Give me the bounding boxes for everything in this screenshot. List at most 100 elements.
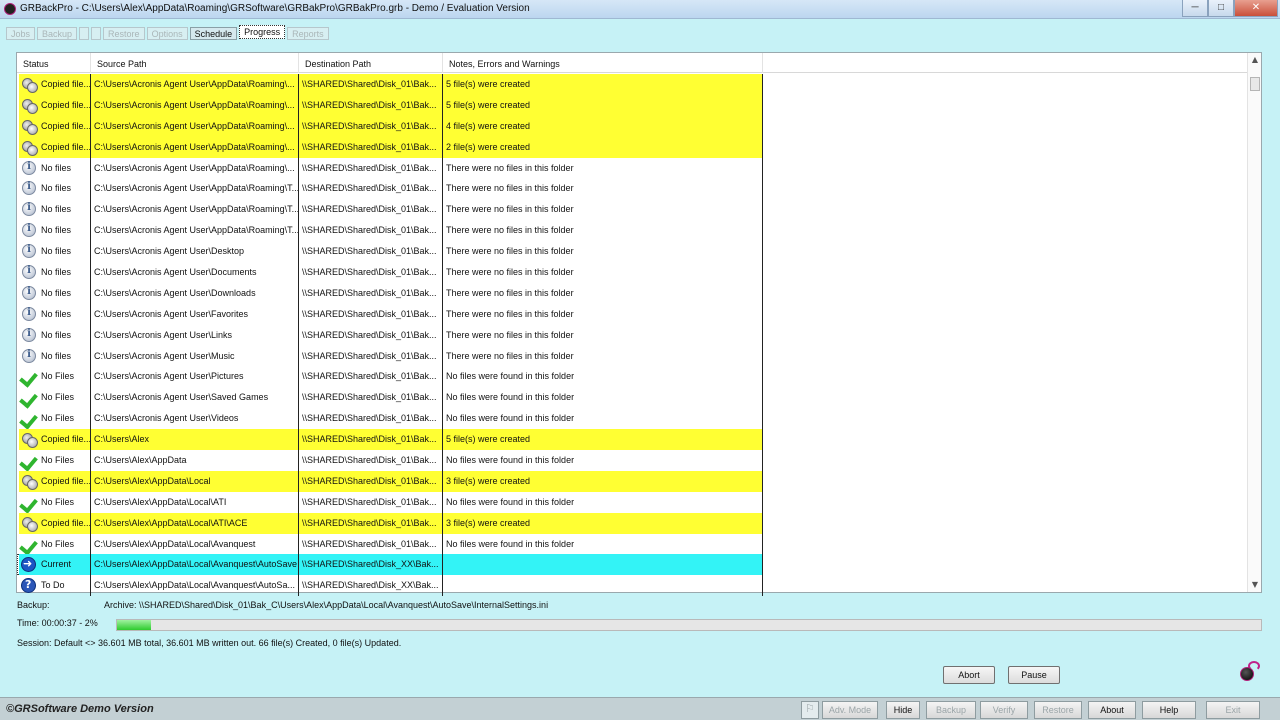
table-row[interactable]: No files C:\Users\Acronis Agent User\Docu… xyxy=(17,262,1247,283)
tab-progress[interactable]: Progress xyxy=(239,25,286,39)
footer-backup-button[interactable]: Backup xyxy=(926,701,976,719)
table-row[interactable]: To Do C:\Users\Alex\AppData\Local\Avanque… xyxy=(17,575,1247,597)
notes-cell: There were no files in this folder xyxy=(443,324,763,346)
copied-files-icon xyxy=(21,140,38,156)
status-cell-text: No Files xyxy=(41,538,75,549)
table-row[interactable]: No Files C:\Users\Alex\AppData\Local\Avan… xyxy=(17,533,1247,555)
source-path-cell-text: C:\Users\Alex\AppData\Local\Avanquest\Au… xyxy=(94,580,295,591)
source-path-cell: C:\Users\Acronis Agent User\Documents xyxy=(91,262,299,283)
copied-files-icon xyxy=(21,77,38,93)
table-row[interactable]: Copied file... C:\Users\Acronis Agent Use… xyxy=(17,136,1247,158)
status-cell-text: Current xyxy=(41,559,72,570)
footer-exit-button[interactable]: Exit xyxy=(1206,701,1260,719)
grsoftware-logo-icon xyxy=(1240,661,1262,683)
table-row[interactable]: Copied file... C:\Users\Alex\AppData\Loca… xyxy=(17,470,1247,492)
progress-bar xyxy=(116,619,1262,631)
tab-reports: Reports xyxy=(287,27,329,40)
copied-files-icon xyxy=(21,432,38,449)
scroll-down-icon[interactable]: ▼ xyxy=(1250,580,1260,590)
tab-schedule[interactable]: Schedule xyxy=(189,27,238,40)
notes-cell-text: There were no files in this folder xyxy=(446,350,574,361)
column-header-destination[interactable]: Destination Path xyxy=(299,53,443,73)
footer-restore-button[interactable]: Restore xyxy=(1034,701,1082,719)
status-cell-text: No files xyxy=(41,225,72,236)
source-path-cell: C:\Users\Alex\AppData\Local\ATI xyxy=(91,491,299,513)
notes-cell-text: There were no files in this folder xyxy=(446,246,574,257)
footer-hide-button[interactable]: Hide xyxy=(886,701,920,719)
no-files-info-icon xyxy=(22,265,36,280)
source-path-cell: C:\Users\Acronis Agent User\AppData\Roam… xyxy=(91,94,299,116)
table-row[interactable]: Copied file... C:\Users\Acronis Agent Use… xyxy=(17,74,1247,95)
destination-path-cell-text: \\SHARED\Shared\Disk_01\Bak... xyxy=(302,350,437,361)
table-row[interactable]: No files C:\Users\Acronis Agent User\Musi… xyxy=(17,345,1247,367)
table-row[interactable]: No files C:\Users\Acronis Agent User\Favo… xyxy=(17,303,1247,325)
notes-cell-text: No files were found in this folder xyxy=(446,455,575,466)
table-row[interactable]: No files C:\Users\Acronis Agent User\AppD… xyxy=(17,157,1247,179)
source-path-cell: C:\Users\Alex xyxy=(91,429,299,451)
abort-button[interactable]: Abort xyxy=(943,666,995,684)
maximize-button[interactable]: □ xyxy=(1208,0,1234,17)
destination-path-cell-text: \\SHARED\Shared\Disk_01\Bak... xyxy=(302,517,437,528)
checkmark-icon xyxy=(21,390,37,405)
table-row[interactable]: No files C:\Users\Acronis Agent User\Down… xyxy=(17,282,1247,304)
source-path-cell: C:\Users\Acronis Agent User\AppData\Roam… xyxy=(91,199,299,221)
status-cell-text: No files xyxy=(41,329,72,340)
notes-cell-text: There were no files in this folder xyxy=(446,308,574,319)
table-row[interactable]: Copied file... C:\Users\Acronis Agent Use… xyxy=(17,115,1247,137)
pause-button[interactable]: Pause xyxy=(1008,666,1060,684)
column-header-source[interactable]: Source Path xyxy=(91,53,299,73)
notes-cell-text: There were no files in this folder xyxy=(446,204,574,215)
status-cell-text: No files xyxy=(41,350,72,361)
notes-cell: There were no files in this folder xyxy=(443,178,763,200)
footer-verify-button[interactable]: Verify xyxy=(980,701,1028,719)
notes-cell: 5 file(s) were created xyxy=(443,429,763,451)
source-path-cell: C:\Users\Acronis Agent User\Links xyxy=(91,324,299,346)
source-path-cell-text: C:\Users\Acronis Agent User\Links xyxy=(94,329,233,340)
destination-path-cell: \\SHARED\Shared\Disk_01\Bak... xyxy=(299,450,443,471)
destination-path-cell-text: \\SHARED\Shared\Disk_01\Bak... xyxy=(302,455,437,466)
table-row[interactable]: Copied file... C:\Users\Alex\AppData\Loca… xyxy=(17,512,1247,534)
notes-cell: No files were found in this folder xyxy=(443,491,763,513)
table-row[interactable]: Copied file... C:\Users\Alex \\SHARED\Shar… xyxy=(17,429,1247,451)
source-path-cell: C:\Users\Acronis Agent User\Favorites xyxy=(91,303,299,325)
copied-files-icon xyxy=(21,98,38,114)
column-header-notes[interactable]: Notes, Errors and Warnings xyxy=(443,53,763,73)
close-button[interactable]: ✕ xyxy=(1234,0,1278,17)
footer-help-button[interactable]: Help xyxy=(1142,701,1196,719)
notes-cell: No files were found in this folder xyxy=(443,387,763,409)
flag-icon[interactable] xyxy=(801,701,819,719)
checkmark-icon xyxy=(21,411,37,426)
scroll-thumb[interactable] xyxy=(1250,77,1260,91)
column-header-status[interactable]: Status xyxy=(17,53,91,73)
table-row[interactable]: Current C:\Users\Alex\AppData\Local\Avanq… xyxy=(17,554,763,576)
vertical-scrollbar[interactable]: ▲ ▼ xyxy=(1247,53,1261,592)
table-row[interactable]: No files C:\Users\Acronis Agent User\AppD… xyxy=(17,220,1247,242)
table-row[interactable]: No files C:\Users\Acronis Agent User\Link… xyxy=(17,324,1247,346)
table-row[interactable]: Copied file... C:\Users\Acronis Agent Use… xyxy=(17,94,1247,116)
table-row[interactable]: No Files C:\Users\Alex\AppData \\SHARED\Sh… xyxy=(17,450,1247,471)
footer-about-button[interactable]: About xyxy=(1088,701,1136,719)
source-path-cell: C:\Users\Alex\AppData\Local\Avanquest\Au… xyxy=(91,554,299,576)
destination-path-cell-text: \\SHARED\Shared\Disk_01\Bak... xyxy=(302,204,437,215)
app-logo-icon xyxy=(4,3,16,15)
source-path-cell: C:\Users\Acronis Agent User\AppData\Roam… xyxy=(91,178,299,200)
destination-path-cell-text: \\SHARED\Shared\Disk_01\Bak... xyxy=(302,308,437,319)
table-row[interactable]: No Files C:\Users\Acronis Agent User\Save… xyxy=(17,387,1247,409)
table-row[interactable]: No Files C:\Users\Acronis Agent User\Vide… xyxy=(17,408,1247,430)
table-row[interactable]: No Files C:\Users\Acronis Agent User\Pict… xyxy=(17,366,1247,388)
table-row[interactable]: No files C:\Users\Acronis Agent User\AppD… xyxy=(17,178,1247,200)
destination-path-cell-text: \\SHARED\Shared\Disk_01\Bak... xyxy=(302,392,437,403)
footer-adv-mode-button[interactable]: Adv. Mode xyxy=(822,701,878,719)
table-row[interactable]: No Files C:\Users\Alex\AppData\Local\ATI \… xyxy=(17,491,1247,513)
table-row[interactable]: No files C:\Users\Acronis Agent User\AppD… xyxy=(17,199,1247,221)
destination-path-cell: \\SHARED\Shared\Disk_01\Bak... xyxy=(299,303,443,325)
source-path-cell: C:\Users\Acronis Agent User\Saved Games xyxy=(91,387,299,409)
destination-path-cell: \\SHARED\Shared\Disk_01\Bak... xyxy=(299,282,443,304)
table-row[interactable]: No files C:\Users\Acronis Agent User\Desk… xyxy=(17,241,1247,263)
scroll-up-icon[interactable]: ▲ xyxy=(1250,55,1260,65)
destination-path-cell: \\SHARED\Shared\Disk_01\Bak... xyxy=(299,366,443,388)
minimize-button[interactable]: ─ xyxy=(1182,0,1208,17)
progress-list[interactable]: Status Source Path Destination Path Note… xyxy=(16,52,1262,597)
notes-cell: 3 file(s) were created xyxy=(443,470,763,492)
destination-path-cell-text: \\SHARED\Shared\Disk_01\Bak... xyxy=(302,99,437,110)
